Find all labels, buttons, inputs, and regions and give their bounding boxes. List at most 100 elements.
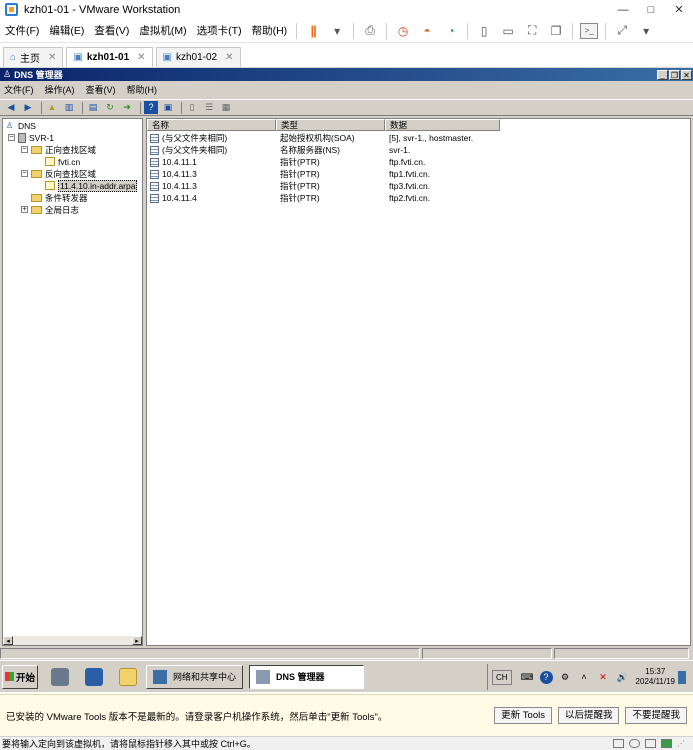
settings-icon[interactable]: ⚙: [559, 671, 572, 684]
maximize-button[interactable]: □: [637, 4, 665, 16]
dns-menu-view[interactable]: 查看(V): [86, 83, 116, 96]
menu-file[interactable]: 文件(F): [0, 23, 44, 38]
quicklaunch-powershell[interactable]: [82, 666, 106, 688]
collapse-icon[interactable]: −: [21, 170, 28, 177]
stretch-icon[interactable]: ⤢: [613, 22, 631, 40]
records-icon[interactable]: ☰: [202, 101, 216, 114]
show-tree-icon[interactable]: ▥: [62, 101, 76, 114]
menu-view[interactable]: 查看(V): [89, 23, 134, 38]
resize-grip-icon[interactable]: ⋰: [677, 739, 688, 748]
tab-kzh01-02[interactable]: ▣ kzh01-02 ✕: [155, 47, 241, 67]
show-desktop-icon[interactable]: [678, 670, 686, 684]
dns-menu-help[interactable]: 帮助(H): [127, 83, 158, 96]
thumbnail-icon[interactable]: ▭: [499, 22, 517, 40]
tree-node-conditional-forwarders[interactable]: 条件转发器: [31, 192, 88, 203]
help-icon[interactable]: ?: [144, 101, 158, 114]
sidebar-toggle-icon[interactable]: ▯: [475, 22, 493, 40]
send-keys-icon[interactable]: ⎙: [361, 22, 379, 40]
column-header-data[interactable]: 数据: [385, 119, 500, 131]
cdrom-icon[interactable]: [629, 739, 640, 748]
menu-help[interactable]: 帮助(H): [247, 23, 293, 38]
tree-node-dns[interactable]: ♙ DNS: [6, 120, 36, 131]
server-icon[interactable]: ▯: [185, 101, 199, 114]
scroll-right-icon[interactable]: ▸: [132, 636, 142, 645]
update-tools-button[interactable]: 更新 Tools: [494, 707, 552, 724]
properties-icon[interactable]: ▤: [86, 101, 100, 114]
dns-menu-file[interactable]: 文件(F): [4, 83, 34, 96]
dns-records-list[interactable]: 名称 类型 数据 (与父文件夹相同) 起始授权机构(SOA) [5], svr-…: [146, 118, 691, 646]
forward-icon[interactable]: ▶: [21, 101, 35, 114]
snapshot-manager-icon[interactable]: ◔: [442, 22, 460, 40]
close-icon[interactable]: ✕: [137, 52, 145, 63]
never-remind-button[interactable]: 不要提醒我: [625, 707, 687, 724]
task-dns-manager[interactable]: DNS 管理器: [249, 664, 365, 689]
minimize-button[interactable]: —: [609, 4, 637, 16]
record-icon: [150, 193, 159, 203]
collapse-icon[interactable]: −: [21, 146, 28, 153]
network-status-icon[interactable]: ✕: [597, 671, 610, 684]
revert-snapshot-icon[interactable]: ◓: [418, 22, 436, 40]
close-icon[interactable]: ✕: [48, 52, 56, 63]
chevron-up-icon[interactable]: ˄: [578, 671, 591, 684]
dns-minimize-button[interactable]: _: [657, 69, 668, 80]
tree-node-reverse-zones[interactable]: − 反向查找区域: [21, 168, 96, 179]
show-action-pane-icon[interactable]: ▣: [161, 101, 175, 114]
expand-icon[interactable]: +: [21, 206, 28, 213]
up-folder-icon[interactable]: ▲: [45, 101, 59, 114]
fullscreen-icon[interactable]: ⛶: [523, 22, 541, 40]
back-icon[interactable]: ◀: [4, 101, 18, 114]
network-adapter-icon[interactable]: [645, 739, 656, 748]
status-pane: [422, 648, 552, 659]
guest-display[interactable]: ♙ DNS 管理器 _ ❐ ✕ 文件(F) 操作(A) 查看(V) 帮助(H) …: [0, 68, 693, 666]
column-header-name[interactable]: 名称: [147, 119, 276, 131]
chevron-down-icon[interactable]: ▾: [637, 22, 655, 40]
table-row[interactable]: 10.4.11.3 指针(PTR) ftp3.fvti.cn.: [147, 180, 692, 192]
menu-tabs[interactable]: 选项卡(T): [192, 23, 247, 38]
menu-edit[interactable]: 编辑(E): [44, 23, 89, 38]
help-icon[interactable]: ?: [539, 670, 553, 684]
console-icon[interactable]: >_: [580, 22, 599, 39]
volume-icon[interactable]: 🔊: [616, 671, 629, 684]
close-button[interactable]: ✕: [665, 3, 693, 16]
language-indicator[interactable]: CH: [491, 669, 512, 685]
start-button[interactable]: 开始: [2, 664, 38, 689]
table-row[interactable]: (与父文件夹相同) 起始授权机构(SOA) [5], svr-1., hostm…: [147, 132, 692, 144]
table-row[interactable]: 10.4.11.3 指针(PTR) ftp1.fvti.cn.: [147, 168, 692, 180]
tree-horizontal-scrollbar[interactable]: ◂ ▸: [3, 635, 142, 645]
tab-kzh01-01[interactable]: ▣ kzh01-01 ✕: [66, 47, 153, 67]
quicklaunch-explorer[interactable]: [116, 666, 140, 688]
chevron-down-icon[interactable]: ▾: [328, 22, 346, 40]
hard-disk-icon[interactable]: [613, 739, 624, 748]
zone-icon[interactable]: ▦: [219, 101, 233, 114]
table-row[interactable]: 10.4.11.1 指针(PTR) ftp.fvti.cn.: [147, 156, 692, 168]
dns-tree-pane[interactable]: ♙ DNS − SVR-1 − 正向查找区域 fvti.cn − 反向查找区域 …: [2, 118, 143, 646]
table-row[interactable]: (与父文件夹相同) 名称服务器(NS) svr-1.: [147, 144, 692, 156]
refresh-icon[interactable]: ↻: [103, 101, 117, 114]
close-icon[interactable]: ✕: [225, 52, 233, 63]
tree-node-forward-zones[interactable]: − 正向查找区域: [21, 144, 96, 155]
tree-node-reverse-zone-selected[interactable]: 11.4.10.in-addr.arpa: [45, 179, 138, 192]
table-row[interactable]: 10.4.11.4 指针(PTR) ftp2.fvti.cn.: [147, 192, 692, 204]
export-icon[interactable]: ➜: [120, 101, 134, 114]
collapse-icon[interactable]: −: [8, 134, 15, 141]
quicklaunch-server-manager[interactable]: [48, 666, 72, 688]
column-header-type[interactable]: 类型: [276, 119, 385, 131]
task-network-center[interactable]: 网络和共享中心: [146, 664, 244, 689]
tree-node-fvti-cn[interactable]: fvti.cn: [45, 156, 80, 167]
clock[interactable]: 15:37 2024/11/19: [636, 667, 675, 687]
dns-menu-action[interactable]: 操作(A): [45, 83, 75, 96]
pause-icon[interactable]: ||: [304, 22, 322, 40]
keyboard-icon[interactable]: ⌨: [521, 671, 534, 684]
remind-later-button[interactable]: 以后提醒我: [557, 707, 620, 724]
tab-home[interactable]: ⌂ 主页 ✕: [3, 47, 64, 67]
scroll-left-icon[interactable]: ◂: [3, 636, 13, 645]
snapshot-icon[interactable]: ◷: [394, 22, 412, 40]
tree-node-server[interactable]: − SVR-1: [8, 132, 54, 143]
dns-close-button[interactable]: ✕: [681, 69, 692, 80]
record-type: 指针(PTR): [280, 181, 320, 191]
dns-restore-button[interactable]: ❐: [669, 69, 680, 80]
tree-node-global-logs[interactable]: + 全局日志: [21, 204, 79, 215]
unity-icon[interactable]: ❐: [547, 22, 565, 40]
display-icon[interactable]: [661, 739, 672, 748]
menu-vm[interactable]: 虚拟机(M): [134, 23, 191, 38]
